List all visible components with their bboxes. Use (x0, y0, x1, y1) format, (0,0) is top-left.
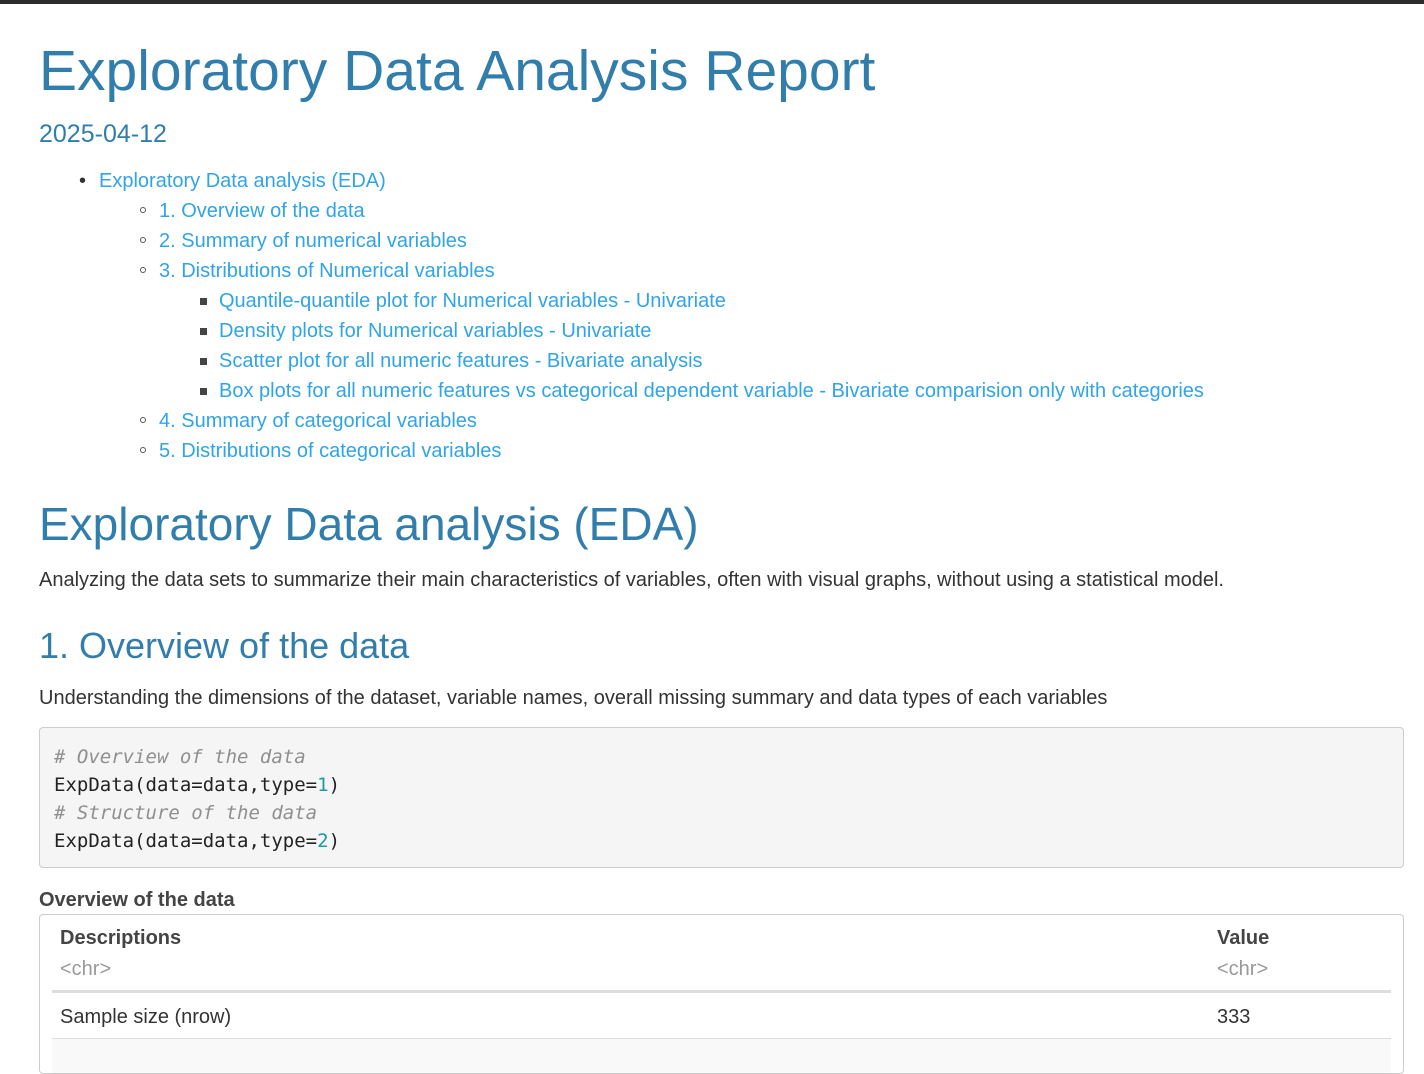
column-header-value[interactable]: Value (1217, 925, 1269, 951)
toc-item-categorical-distributions: 5. Distributions of categorical variable… (140, 436, 501, 466)
overview-table: Descriptions <chr> Value <chr> Sample si… (39, 914, 1404, 1074)
top-bar (0, 0, 1424, 4)
bullet-circle-icon (140, 417, 146, 423)
table-caption: Overview of the data (39, 889, 235, 911)
column-type-descriptions: <chr> (60, 958, 112, 980)
code-number: 2 (317, 830, 329, 852)
bullet-circle-icon (140, 237, 146, 243)
code-call: ExpData(data=data,type= (54, 774, 318, 796)
toc-item-eda: • Exploratory Data analysis (EDA) (79, 166, 386, 196)
toc-item-box-plots: Box plots for all numeric features vs ca… (200, 376, 1204, 406)
bullet-disc-icon: • (79, 170, 87, 192)
bullet-square-icon (200, 298, 207, 305)
toc-link-density-plots[interactable]: Density plots for Numerical variables - … (219, 320, 651, 342)
section-text-eda: Analyzing the data sets to summarize the… (39, 569, 1224, 591)
toc-item-overview: 1. Overview of the data (140, 196, 365, 226)
code-number: 1 (317, 774, 329, 796)
section-heading-overview: 1. Overview of the data (39, 625, 410, 666)
report-title: Exploratory Data Analysis Report (39, 39, 876, 103)
code-block[interactable]: # Overview of the data ExpData(data=data,… (39, 727, 1404, 868)
toc-link-overview[interactable]: 1. Overview of the data (159, 200, 365, 222)
bullet-circle-icon (140, 267, 146, 273)
toc-item-categorical-summary: 4. Summary of categorical variables (140, 406, 477, 436)
bullet-circle-icon (140, 207, 146, 213)
toc-item-scatter-plot: Scatter plot for all numeric features - … (200, 346, 703, 376)
code-comment: # Structure of the data (54, 802, 318, 824)
code-paren: ) (328, 830, 341, 852)
toc-link-qq-plot[interactable]: Quantile-quantile plot for Numerical var… (219, 290, 726, 312)
section-heading-eda: Exploratory Data analysis (EDA) (39, 498, 699, 550)
table-cell-description: Sample size (nrow) (60, 1006, 232, 1028)
report-date: 2025-04-12 (39, 120, 167, 148)
bullet-square-icon (200, 328, 207, 335)
column-type-value: <chr> (1217, 958, 1269, 980)
toc-link-box-plots[interactable]: Box plots for all numeric features vs ca… (219, 380, 1204, 402)
code-comment: # Overview of the data (54, 746, 306, 768)
toc-item-numerical-summary: 2. Summary of numerical variables (140, 226, 467, 256)
toc-link-numerical-summary[interactable]: 2. Summary of numerical variables (159, 230, 467, 252)
toc-link-eda[interactable]: Exploratory Data analysis (EDA) (99, 170, 386, 192)
header-divider (52, 990, 1391, 993)
toc-link-scatter-plot[interactable]: Scatter plot for all numeric features - … (219, 350, 703, 372)
section-text-overview: Understanding the dimensions of the data… (39, 687, 1108, 709)
table-row (52, 1039, 1391, 1073)
bullet-square-icon (200, 388, 207, 395)
toc-link-categorical-distributions[interactable]: 5. Distributions of categorical variable… (159, 440, 501, 462)
table-cell-value: 333 (1217, 1006, 1251, 1028)
toc-item-qq-plot: Quantile-quantile plot for Numerical var… (200, 286, 726, 316)
toc-link-categorical-summary[interactable]: 4. Summary of categorical variables (159, 410, 477, 432)
column-header-descriptions[interactable]: Descriptions (60, 925, 181, 951)
toc-link-numerical-distributions[interactable]: 3. Distributions of Numerical variables (159, 260, 495, 282)
code-paren: ) (328, 774, 341, 796)
bullet-circle-icon (140, 447, 146, 453)
toc-item-density-plots: Density plots for Numerical variables - … (200, 316, 651, 346)
toc-item-numerical-distributions: 3. Distributions of Numerical variables (140, 256, 495, 286)
bullet-square-icon (200, 358, 207, 365)
code-call: ExpData(data=data,type= (54, 830, 318, 852)
